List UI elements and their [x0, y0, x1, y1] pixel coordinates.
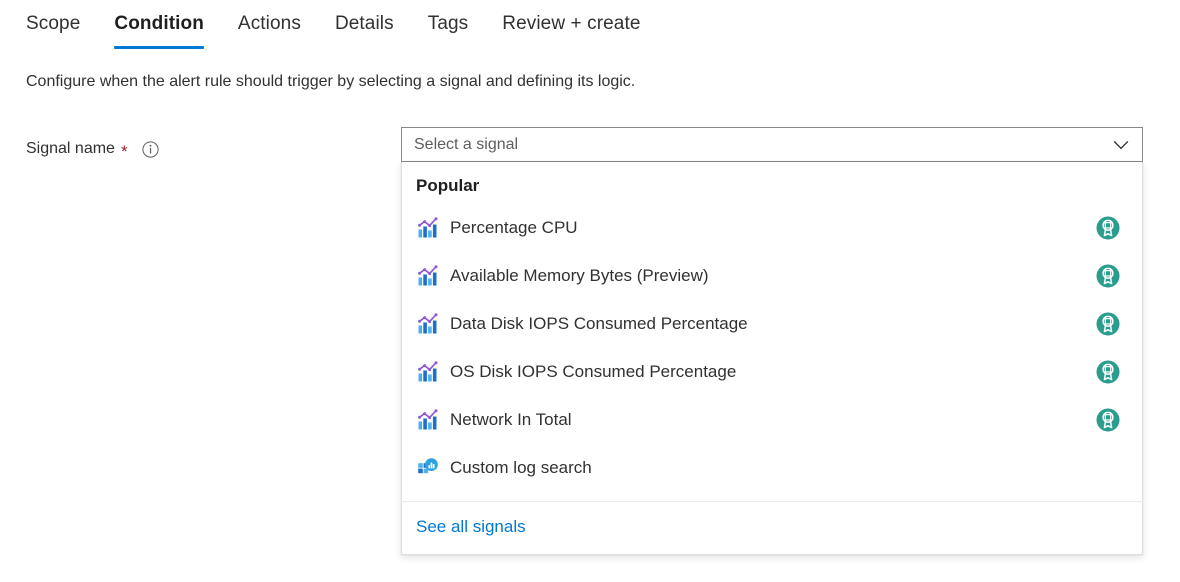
popular-award-badge-icon — [1096, 312, 1120, 336]
list-item-label: Network In Total — [450, 410, 572, 429]
tab-actions[interactable]: Actions — [238, 0, 301, 33]
list-item-label: OS Disk IOPS Consumed Percentage — [450, 362, 737, 381]
chevron-down-icon[interactable] — [1108, 132, 1134, 158]
signal-name-placeholder: Select a signal — [414, 135, 519, 153]
list-item[interactable]: Data Disk IOPS Consumed Percentage — [402, 300, 1142, 348]
info-circle-icon[interactable] — [141, 140, 159, 158]
metric-chart-icon — [416, 360, 440, 384]
signal-name-combobox[interactable]: Select a signal — [401, 127, 1143, 162]
popular-award-badge-icon — [1096, 360, 1120, 384]
list-item-label: Custom log search — [450, 458, 592, 477]
signal-name-combobox-wrapper: Select a signal Popular Percentage CPU A… — [401, 127, 1143, 555]
signal-option-list: Percentage CPU Available Memory Bytes (P… — [402, 204, 1142, 492]
signal-name-form-row: Signal name * — [26, 133, 159, 165]
list-item-label: Percentage CPU — [450, 218, 578, 237]
tab-scope[interactable]: Scope — [26, 0, 80, 33]
metric-chart-icon — [416, 312, 440, 336]
tab-details[interactable]: Details — [335, 0, 394, 33]
tab-selected-underline — [114, 46, 204, 49]
tab-label: Tags — [427, 13, 469, 34]
log-analytics-icon — [416, 456, 440, 480]
signal-name-label-group: Signal name * — [26, 133, 159, 165]
list-item-label: Data Disk IOPS Consumed Percentage — [450, 314, 748, 333]
dropdown-footer: See all signals — [402, 502, 1142, 554]
tab-label: Details — [334, 13, 394, 34]
page-description: Configure when the alert rule should tri… — [26, 73, 636, 90]
tab-tags[interactable]: Tags — [428, 0, 469, 33]
popular-award-badge-icon — [1096, 216, 1120, 240]
metric-chart-icon — [416, 264, 440, 288]
popular-award-badge-icon — [1096, 408, 1120, 432]
list-item[interactable]: Network In Total — [402, 396, 1142, 444]
list-item[interactable]: Percentage CPU — [402, 204, 1142, 252]
tab-review-create[interactable]: Review + create — [502, 0, 640, 33]
tab-label: Review + create — [502, 13, 641, 34]
signal-dropdown-panel: Popular Percentage CPU Available Memory … — [401, 162, 1143, 555]
tab-label: Actions — [237, 13, 301, 34]
tab-label: Condition — [114, 13, 204, 34]
popular-award-badge-icon — [1096, 264, 1120, 288]
metric-chart-icon — [416, 216, 440, 240]
see-all-signals-link[interactable]: See all signals — [416, 517, 526, 536]
required-asterisk: * — [120, 141, 128, 161]
tab-label: Scope — [26, 13, 81, 34]
list-item[interactable]: Custom log search — [402, 444, 1142, 492]
dropdown-group-header: Popular — [416, 176, 480, 195]
wizard-tab-strip: Scope Condition Actions Details Tags Rev… — [0, 0, 675, 52]
list-item[interactable]: Available Memory Bytes (Preview) — [402, 252, 1142, 300]
list-item-label: Available Memory Bytes (Preview) — [450, 266, 709, 285]
signal-name-label: Signal name — [26, 140, 115, 157]
tab-condition[interactable]: Condition — [114, 0, 204, 49]
list-item[interactable]: OS Disk IOPS Consumed Percentage — [402, 348, 1142, 396]
metric-chart-icon — [416, 408, 440, 432]
